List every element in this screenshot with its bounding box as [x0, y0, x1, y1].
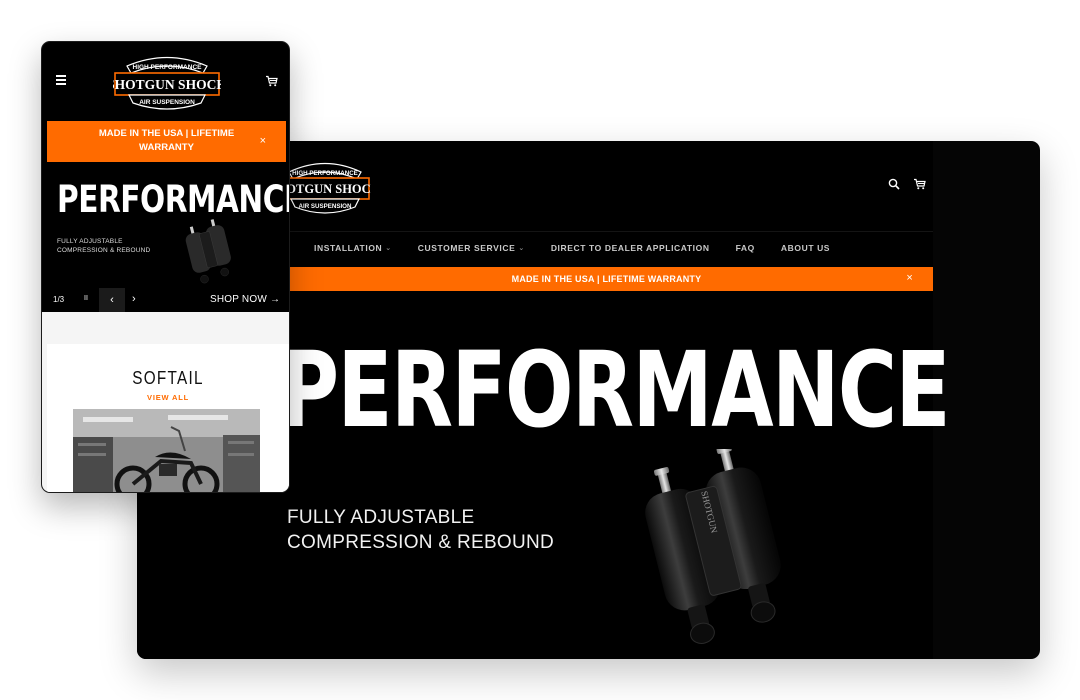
hero-title: PERFORMANCE — [280, 329, 951, 451]
header-icons — [888, 178, 926, 190]
nav-item-label: ABOUT US — [780, 243, 831, 253]
nav-item-label: DIRECT TO DEALER APPLICATION — [550, 243, 710, 253]
motorcycle-photo — [73, 409, 260, 492]
nav-item-faq[interactable]: FAQ — [736, 243, 755, 253]
svg-text:HIGH PERFORMANCE: HIGH PERFORMANCE — [133, 64, 203, 71]
shop-now-link[interactable]: SHOP NOW → — [210, 294, 280, 305]
nav-item-installation[interactable]: INSTALLATION ⌄ — [314, 243, 392, 253]
hero-subtitle-line: COMPRESSION & REBOUND — [287, 532, 555, 553]
collection-title: SOFTAIL — [132, 368, 204, 388]
mobile-logo[interactable]: HIGH PERFORMANCE SHOTGUN SHOCK AIR SUSPE… — [107, 51, 227, 118]
prev-slide-button[interactable]: ‹ — [99, 288, 125, 312]
svg-text:HIGH PERFORMANCE: HIGH PERFORMANCE — [292, 170, 358, 177]
hero-title: PERFORMANCE — [57, 178, 290, 221]
svg-text:SHOTGUN SHOCK: SHOTGUN SHOCK — [279, 182, 371, 196]
nav-item-label: FAQ — [735, 243, 755, 253]
logo-graphic: HIGH PERFORMANCE SHOTGUN SHOCK AIR SUSPE… — [107, 56, 227, 110]
pause-icon[interactable]: II — [84, 295, 88, 302]
svg-text:SHOTGUN SHOCK: SHOTGUN SHOCK — [113, 77, 221, 92]
mobile-window: HIGH PERFORMANCE SHOTGUN SHOCK AIR SUSPE… — [41, 41, 290, 493]
hero-subtitle-line: FULLY ADJUSTABLE — [57, 238, 123, 245]
announcement-bar: MADE IN THE USA | LIFETIME WARRANTY × — [280, 267, 933, 291]
search-icon[interactable] — [888, 178, 900, 190]
collection-section: SOFTAIL VIEW ALL — [42, 312, 289, 492]
hero-subtitle-line: FULLY ADJUSTABLE — [287, 507, 475, 528]
close-icon[interactable]: × — [260, 134, 266, 148]
chevron-down-icon: ⌄ — [385, 245, 392, 252]
desktop-nav: INSTALLATION ⌄ CUSTOMER SERVICE ⌄ DIRECT… — [314, 243, 830, 253]
hero-subtitle: FULLY ADJUSTABLE COMPRESSION & REBOUND — [57, 237, 150, 255]
announcement-text: MADE IN THE USA | LIFETIME WARRANTY — [98, 128, 235, 153]
nav-item-customer-service[interactable]: CUSTOMER SERVICE ⌄ — [418, 243, 525, 253]
shock-product-image: SHOTGUN — [645, 449, 781, 644]
nav-item-about-us[interactable]: ABOUT US — [781, 243, 830, 253]
announcement-bar: MADE IN THE USA | LIFETIME WARRANTY × — [47, 121, 286, 162]
view-all-link[interactable]: VIEW ALL — [47, 393, 289, 402]
menu-icon[interactable] — [56, 75, 66, 87]
hero-subtitle-line: COMPRESSION & REBOUND — [57, 247, 151, 254]
hero-subtitle: FULLY ADJUSTABLE COMPRESSION & REBOUND — [287, 505, 554, 555]
shock-product-image — [185, 219, 231, 284]
next-slide-button[interactable]: › — [132, 293, 136, 305]
collection-card[interactable]: SOFTAIL VIEW ALL — [47, 344, 289, 492]
cart-icon[interactable] — [913, 178, 926, 190]
chevron-down-icon: ⌄ — [518, 245, 525, 252]
svg-text:AIR SUSPENSION: AIR SUSPENSION — [139, 99, 195, 106]
svg-text:AIR SUSPENSION: AIR SUSPENSION — [299, 203, 352, 210]
logo-graphic: HIGH PERFORMANCE SHOTGUN SHOCK AIR SUSPE… — [270, 163, 381, 214]
nav-item-label: CUSTOMER SERVICE — [417, 243, 516, 253]
slideshow-controls: 1/3 II ‹ › SHOP NOW → — [42, 288, 289, 312]
nav-item-label: INSTALLATION — [314, 243, 383, 253]
cart-icon[interactable] — [265, 75, 278, 87]
announcement-text: MADE IN THE USA | LIFETIME WARRANTY — [511, 274, 702, 284]
desktop-logo[interactable]: HIGH PERFORMANCE SHOTGUN SHOCK AIR SUSPE… — [270, 157, 381, 224]
nav-item-dealer-application[interactable]: DIRECT TO DEALER APPLICATION — [551, 243, 710, 253]
slide-counter: 1/3 — [53, 295, 65, 304]
close-icon[interactable]: × — [906, 272, 913, 284]
